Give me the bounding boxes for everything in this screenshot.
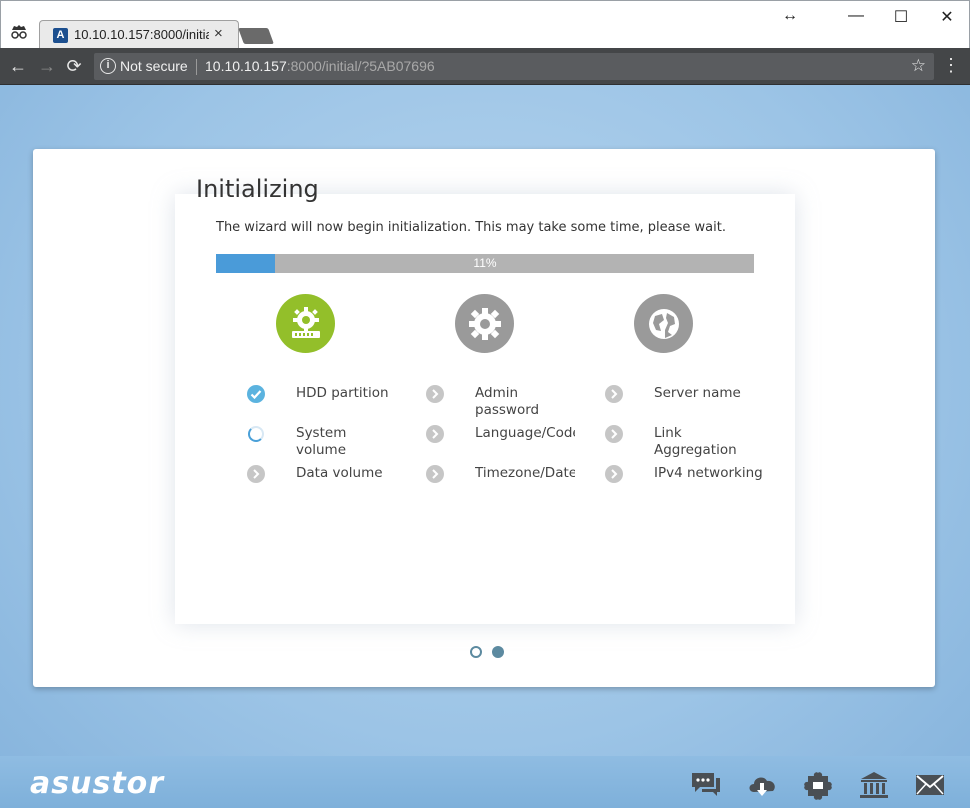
step-timezone-date: Timezone/Date — [475, 465, 575, 481]
bookmark-star-icon[interactable]: ☆ — [911, 56, 926, 76]
gear-icon — [455, 294, 514, 353]
asustor-favicon-icon: A — [53, 28, 68, 43]
page-title: Initializing — [196, 175, 319, 203]
wizard-card: Initializing The wizard will now begin i… — [33, 149, 935, 687]
address-separator — [196, 59, 197, 75]
step-server-name: Server name — [654, 385, 741, 401]
progress-label: 11% — [473, 256, 497, 270]
forward-button[interactable]: → — [36, 55, 58, 77]
info-icon[interactable]: i — [100, 58, 116, 74]
chevron-right-icon — [247, 465, 265, 483]
pager-dot-2[interactable] — [492, 646, 504, 658]
step-language-code: Language/Code — [475, 425, 575, 441]
url-host: 10.10.10.157 — [205, 58, 287, 74]
step-system-volume: System volume — [296, 425, 347, 458]
step-link-aggregation: Link Aggregation — [654, 425, 737, 458]
progress-bar: 11% — [216, 254, 754, 273]
tab-title: 10.10.10.157:8000/initial/ — [74, 27, 209, 42]
url-path: :8000/initial/?5AB07696 — [286, 58, 435, 74]
puzzle-icon[interactable] — [802, 770, 834, 800]
wizard-description: The wizard will now begin initialization… — [216, 220, 726, 235]
resize-icon: ↔ — [782, 7, 798, 24]
browser-tab[interactable]: A 10.10.10.157:8000/initial/ × — [39, 20, 239, 49]
back-button[interactable]: ← — [7, 55, 29, 77]
globe-icon — [634, 294, 693, 353]
url-text[interactable]: 10.10.10.157:8000/initial/?5AB07696 — [205, 58, 435, 74]
loading-spinner-icon — [248, 426, 264, 442]
chevron-right-icon — [605, 385, 623, 403]
browser-menu-icon[interactable]: ⋮ — [942, 56, 960, 74]
browser-titlebar: A 10.10.10.157:8000/initial/ × ↔ — ☐ ✕ — [0, 0, 970, 49]
step-admin-password: Admin password — [475, 385, 540, 418]
security-label[interactable]: Not secure — [120, 58, 188, 74]
bank-icon[interactable] — [858, 770, 890, 800]
chevron-right-icon — [426, 465, 444, 483]
cloud-download-icon[interactable] — [746, 770, 778, 800]
page-background: Initializing The wizard will now begin i… — [0, 85, 970, 808]
asustor-logo: asustor — [30, 766, 165, 801]
hdd-gear-icon — [276, 294, 335, 353]
close-window-button[interactable]: ✕ — [932, 7, 962, 27]
maximize-button[interactable]: ☐ — [886, 7, 916, 27]
step-hdd-partition: HDD partition — [296, 385, 389, 401]
browser-toolbar: ← → ⟳ i Not secure 10.10.10.157:8000/ini… — [0, 48, 970, 85]
pager-dot-1[interactable] — [470, 646, 482, 658]
chevron-right-icon — [605, 425, 623, 443]
reload-button[interactable]: ⟳ — [63, 55, 85, 77]
chevron-right-icon — [426, 385, 444, 403]
mail-icon[interactable] — [914, 770, 946, 800]
address-bar[interactable]: i Not secure 10.10.10.157:8000/initial/?… — [94, 53, 934, 80]
chevron-right-icon — [605, 465, 623, 483]
step-data-volume: Data volume — [296, 465, 383, 481]
new-tab-button[interactable] — [238, 28, 274, 44]
tab-close-icon[interactable]: × — [214, 25, 223, 42]
incognito-icon — [11, 25, 27, 39]
chevron-right-icon — [426, 425, 444, 443]
step-ipv4-networking: IPv4 networking — [654, 465, 763, 481]
step-done-icon — [247, 385, 265, 403]
minimize-button[interactable]: — — [841, 7, 871, 25]
chat-icon[interactable] — [690, 770, 722, 800]
